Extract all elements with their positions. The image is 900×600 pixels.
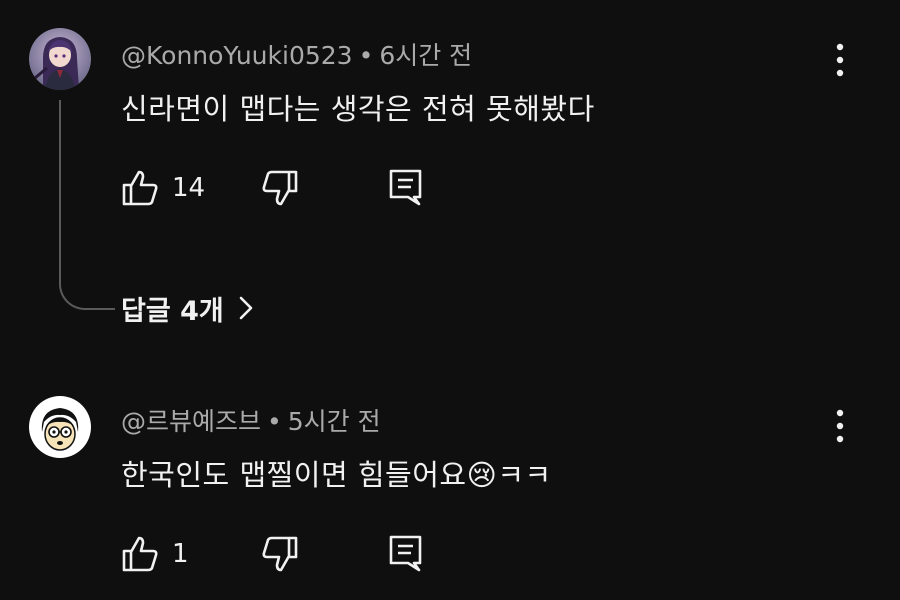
comment-meta: @KonnoYuuki0523 • 6시간 전 — [121, 36, 472, 72]
thumbs-down-icon — [262, 536, 298, 572]
like-count: 1 — [172, 539, 189, 569]
more-options-button[interactable] — [826, 40, 854, 80]
comment-time[interactable]: 6시간 전 — [379, 41, 472, 70]
reply-thread-line — [59, 100, 115, 310]
author-name[interactable]: @KonnoYuuki0523 — [121, 41, 353, 70]
comment: @KonnoYuuki0523 • 6시간 전 신라면이 맵다는 생각은 전혀 못해… — [0, 0, 900, 360]
comment-text: 한국인도 맵찔이면 힘들어요😢ㅋㅋ — [121, 458, 552, 492]
more-options-button[interactable] — [826, 406, 854, 446]
comment: @르뷰예즈브 • 5시간 전 한국인도 맵찔이면 힘들어요😢ㅋㅋ 1 — [0, 380, 900, 600]
chevron-right-icon — [239, 296, 253, 320]
like-button[interactable] — [120, 166, 160, 210]
three-dots-vertical-icon — [836, 43, 844, 77]
reply-button[interactable] — [386, 166, 426, 210]
anime-character-avatar-icon — [29, 28, 91, 90]
comment-meta: @르뷰예즈브 • 5시간 전 — [121, 402, 381, 438]
comment-text: 신라면이 맵다는 생각은 전혀 못해봤다 — [121, 92, 595, 126]
avatar[interactable] — [29, 28, 91, 90]
like-button[interactable] — [120, 532, 160, 576]
like-count: 14 — [172, 173, 206, 203]
three-dots-vertical-icon — [836, 409, 844, 443]
thumbs-up-icon — [122, 170, 158, 206]
reply-button[interactable] — [386, 532, 426, 576]
reply-comment-icon — [389, 169, 422, 206]
comment-time[interactable]: 5시간 전 — [288, 407, 381, 436]
thumbs-up-icon — [122, 536, 158, 572]
replies-label: 답글 4개 — [121, 295, 224, 327]
cartoon-face-avatar-icon — [29, 396, 91, 458]
reply-comment-icon — [389, 535, 422, 572]
dislike-button[interactable] — [260, 166, 300, 210]
meta-separator: • — [267, 407, 282, 436]
dislike-button[interactable] — [260, 532, 300, 576]
thumbs-down-icon — [262, 170, 298, 206]
author-name[interactable]: @르뷰예즈브 — [121, 407, 261, 436]
avatar[interactable] — [29, 396, 91, 458]
meta-separator: • — [358, 41, 374, 70]
comments-panel: @KonnoYuuki0523 • 6시간 전 신라면이 맵다는 생각은 전혀 못해… — [0, 0, 900, 600]
view-replies-button[interactable]: 답글 4개 — [121, 288, 254, 328]
